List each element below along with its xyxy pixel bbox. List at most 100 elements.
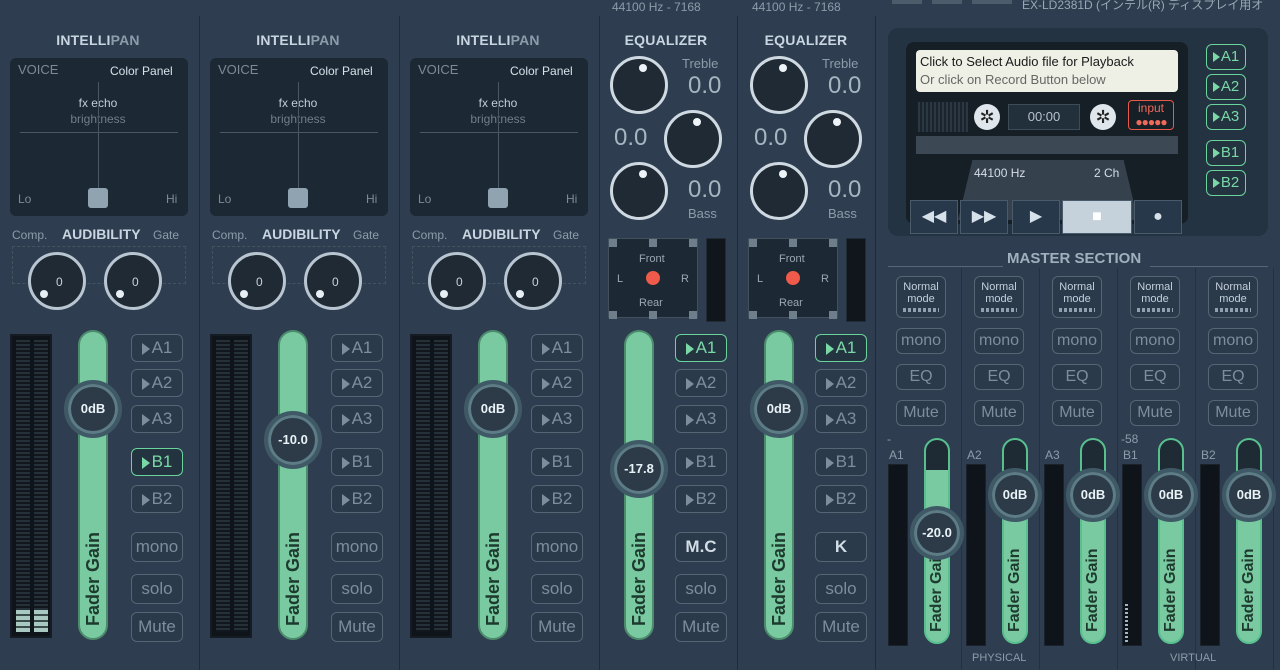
hw-strip-3-pan-thumb[interactable] [488, 188, 508, 208]
master-a3-fader-knob[interactable]: 0dB [1066, 468, 1120, 522]
master-a2-mute-button[interactable]: Mute [974, 400, 1024, 426]
virtual-strip-2-surround-pan[interactable]: Front Rear L R [748, 238, 838, 319]
master-a2-fader-knob[interactable]: 0dB [988, 468, 1042, 522]
recorder-bus-a1[interactable]: A1 [1206, 44, 1246, 70]
recorder-bus-a2[interactable]: A2 [1206, 74, 1246, 100]
hw-strip-2-bus-a2[interactable]: A2 [331, 369, 383, 397]
hw-strip-1-bus-b1[interactable]: B1 [131, 448, 183, 476]
hw-strip-3-bus-a2[interactable]: A2 [531, 369, 583, 397]
hw-strip-2-bus-b2[interactable]: B2 [331, 485, 383, 513]
virtual-strip-2-k-button[interactable]: K [815, 532, 867, 562]
master-b1-mono-button[interactable]: mono [1130, 328, 1180, 354]
hw-strip-1-pan-thumb[interactable] [88, 188, 108, 208]
virtual-strip-1-bass-knob[interactable] [610, 162, 668, 220]
virtual-strip-2-bus-b2[interactable]: B2 [815, 485, 867, 513]
hw-strip-3-solo-button[interactable]: solo [531, 574, 583, 604]
master-a1-mono-button[interactable]: mono [896, 328, 946, 354]
virtual-strip-1-bus-b1[interactable]: B1 [675, 448, 727, 476]
hw-strip-2-comp-knob[interactable]: 0 [228, 252, 286, 310]
virtual-strip-2-bus-a2[interactable]: A2 [815, 369, 867, 397]
virtual-strip-1-mute-button[interactable]: Mute [675, 612, 727, 642]
recorder-bus-b1[interactable]: B1 [1206, 140, 1246, 166]
hw-strip-1-mono-button[interactable]: mono [131, 532, 183, 562]
virtual-strip-1-bus-a2[interactable]: A2 [675, 369, 727, 397]
device-button-1[interactable] [892, 0, 922, 4]
hw-strip-1-bus-a2[interactable]: A2 [131, 369, 183, 397]
master-a3-mono-button[interactable]: mono [1052, 328, 1102, 354]
hw-strip-1-gate-knob[interactable]: 0 [104, 252, 162, 310]
hw-strip-3-bus-a3[interactable]: A3 [531, 405, 583, 433]
virtual-strip-1-bus-a3[interactable]: A3 [675, 405, 727, 433]
master-a3-mute-button[interactable]: Mute [1052, 400, 1102, 426]
hw-strip-2-bus-a1[interactable]: A1 [331, 334, 383, 362]
hw-strip-3-bus-b1[interactable]: B1 [531, 448, 583, 476]
virtual-strip-2-pan-position[interactable] [786, 271, 800, 285]
device-button-3[interactable] [972, 0, 1012, 4]
hw-strip-3-fader-knob[interactable]: 0dB [464, 380, 522, 438]
input-select-button[interactable]: input ●●●●● [1128, 100, 1174, 130]
rewind-button[interactable]: ◀◀ [910, 200, 958, 234]
master-b2-eq-button[interactable]: EQ [1208, 364, 1258, 390]
hw-strip-2-fader-knob[interactable]: -10.0 [264, 411, 322, 469]
master-a1-mute-button[interactable]: Mute [896, 400, 946, 426]
master-b1-eq-button[interactable]: EQ [1130, 364, 1180, 390]
master-b1-mute-button[interactable]: Mute [1130, 400, 1180, 426]
virtual-strip-2-treble-knob[interactable] [750, 56, 808, 114]
hw-strip-2-mute-button[interactable]: Mute [331, 612, 383, 642]
master-a1-mode-button[interactable]: Normal mode [896, 276, 946, 318]
master-a3-mode-button[interactable]: Normal mode [1052, 276, 1102, 318]
hw-strip-2-bus-b1[interactable]: B1 [331, 448, 383, 476]
virtual-strip-1-treble-knob[interactable] [610, 56, 668, 114]
virtual-strip-2-mute-button[interactable]: Mute [815, 612, 867, 642]
fast-forward-button[interactable]: ▶▶ [960, 200, 1008, 234]
output-device-name[interactable]: EX-LD2381D (インテル(R) ディスプレイ用オ [1022, 0, 1263, 13]
recorder-bus-b2[interactable]: B2 [1206, 170, 1246, 196]
hw-strip-2-mono-button[interactable]: mono [331, 532, 383, 562]
virtual-strip-1-solo-button[interactable]: solo [675, 574, 727, 604]
record-button[interactable]: ● [1134, 200, 1182, 234]
hw-strip-1-bus-a3[interactable]: A3 [131, 405, 183, 433]
master-a2-mode-button[interactable]: Normal mode [974, 276, 1024, 318]
virtual-strip-2-bus-a3[interactable]: A3 [815, 405, 867, 433]
hw-strip-1-solo-button[interactable]: solo [131, 574, 183, 604]
virtual-strip-2-bus-b1[interactable]: B1 [815, 448, 867, 476]
hw-strip-2-solo-button[interactable]: solo [331, 574, 383, 604]
recorder-progress-bar[interactable] [916, 136, 1178, 154]
master-b1-fader-knob[interactable]: 0dB [1144, 468, 1198, 522]
hw-strip-1-mute-button[interactable]: Mute [131, 612, 183, 642]
hw-strip-2-intellipan-panel[interactable]: VOICEColor Panelfx echobrightnessLoHi [210, 58, 388, 216]
hw-strip-3-mono-button[interactable]: mono [531, 532, 583, 562]
hw-strip-1-fader-knob[interactable]: 0dB [64, 380, 122, 438]
play-button[interactable]: ▶ [1012, 200, 1060, 234]
hw-strip-2-bus-a3[interactable]: A3 [331, 405, 383, 433]
virtual-strip-2-bass-knob[interactable] [750, 162, 808, 220]
hw-strip-3-mute-button[interactable]: Mute [531, 612, 583, 642]
virtual-strip-2-mid-knob[interactable] [804, 110, 862, 168]
hw-strip-3-bus-a1[interactable]: A1 [531, 334, 583, 362]
virtual-strip-2-solo-button[interactable]: solo [815, 574, 867, 604]
hw-strip-3-comp-knob[interactable]: 0 [428, 252, 486, 310]
virtual-strip-1-pan-position[interactable] [646, 271, 660, 285]
master-a2-mono-button[interactable]: mono [974, 328, 1024, 354]
stop-button[interactable]: ■ [1062, 200, 1132, 234]
virtual-strip-2-bus-a1[interactable]: A1 [815, 334, 867, 362]
hw-strip-2-pan-thumb[interactable] [288, 188, 308, 208]
master-a1-fader-knob[interactable]: -20.0 [910, 506, 964, 560]
master-b2-mode-button[interactable]: Normal mode [1208, 276, 1258, 318]
virtual-strip-1-bus-a1[interactable]: A1 [675, 334, 727, 362]
master-b2-fader-knob[interactable]: 0dB [1222, 468, 1276, 522]
hw-strip-3-bus-b2[interactable]: B2 [531, 485, 583, 513]
recorder-bus-a3[interactable]: A3 [1206, 104, 1246, 130]
virtual-strip-1-mc-button[interactable]: M.C [675, 532, 727, 562]
device-button-2[interactable] [932, 0, 962, 4]
virtual-strip-1-surround-pan[interactable]: Front Rear L R [608, 238, 698, 319]
hw-strip-3-intellipan-panel[interactable]: VOICEColor Panelfx echobrightnessLoHi [410, 58, 588, 216]
virtual-strip-2-fader-knob[interactable]: 0dB [750, 380, 808, 438]
hw-strip-1-intellipan-panel[interactable]: VOICEColor Panelfx echobrightnessLoHi [10, 58, 188, 216]
hw-strip-1-comp-knob[interactable]: 0 [28, 252, 86, 310]
master-a2-eq-button[interactable]: EQ [974, 364, 1024, 390]
virtual-strip-1-mid-knob[interactable] [664, 110, 722, 168]
hw-strip-2-gate-knob[interactable]: 0 [304, 252, 362, 310]
master-b1-mode-button[interactable]: Normal mode [1130, 276, 1180, 318]
virtual-strip-1-fader-knob[interactable]: -17.8 [610, 440, 668, 498]
